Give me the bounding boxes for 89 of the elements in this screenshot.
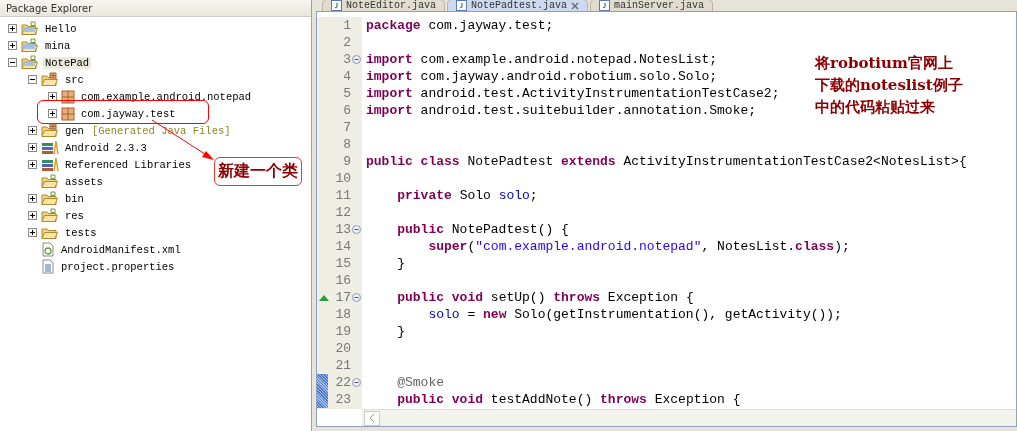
tree-item[interactable]: Android 2.3.3 (63, 141, 149, 154)
line-number: 9 (343, 154, 351, 169)
code-line: solo = new Solo(getInstrumentation(), getActivity()); (427, 307, 842, 322)
code-line: package com.jayway.test; (366, 18, 554, 33)
expand-toggle-icon[interactable] (8, 24, 17, 33)
line-number: 12 (335, 205, 351, 220)
package-icon (61, 106, 75, 121)
expand-toggle-icon[interactable] (28, 211, 37, 220)
tree-item[interactable]: AndroidManifest.xml (59, 243, 183, 256)
line-number: 1 (343, 18, 351, 33)
code-line: private Solo solo; (396, 188, 538, 203)
expand-toggle-icon[interactable] (48, 109, 57, 118)
code-line: public void testAddNote() throws Exception { (396, 392, 741, 407)
code-line: import android.test.suitebuilder.annotation.Smoke; (366, 103, 757, 118)
line-number: 18 (335, 307, 351, 322)
line-number: 5 (343, 86, 351, 101)
code-line: } (396, 324, 405, 339)
folder-icon (21, 21, 39, 36)
line-number: 21 (335, 358, 351, 373)
tree-item[interactable]: com.example.android.notepad (79, 90, 254, 103)
folder-icon (41, 225, 59, 240)
horizontal-scrollbar[interactable] (362, 409, 1016, 426)
line-number: 16 (335, 273, 351, 288)
line-number: 15 (335, 256, 351, 271)
line-number: 10 (335, 171, 351, 186)
scroll-left-button[interactable] (364, 410, 380, 426)
code-line: } (396, 256, 405, 271)
tree-item[interactable]: Hello (43, 22, 79, 35)
file-icon (41, 242, 55, 257)
line-number: 4 (343, 69, 351, 84)
tree-item[interactable]: assets (63, 175, 105, 188)
folder-icon (21, 55, 39, 70)
code-line: import com.jayway.android.robotium.solo.Solo; (366, 69, 718, 84)
line-number: 2 (343, 35, 351, 50)
code-line: import android.test.ActivityInstrumentationTestCase2; (366, 86, 780, 101)
code-line: import com.example.android.notepad.NotesList; (366, 52, 718, 67)
expand-toggle-icon[interactable] (28, 228, 37, 237)
tree-item[interactable]: com.jayway.test (79, 107, 178, 120)
expand-toggle-icon[interactable] (8, 41, 17, 50)
tree-item[interactable]: Referenced Libraries (63, 158, 194, 171)
tree-item[interactable]: mina (43, 39, 73, 52)
code-line: @Smoke (396, 375, 444, 390)
expand-toggle-icon[interactable] (28, 160, 37, 169)
tree-item[interactable]: project.properties (59, 260, 177, 273)
callout-note: 新建一个类 (214, 157, 302, 186)
code-line: public void setUp() throws Exception { (396, 290, 694, 305)
line-number: 11 (335, 188, 351, 203)
expand-toggle-icon[interactable] (28, 194, 37, 203)
code-line: super("com.example.android.notepad", NotesList.class); (427, 239, 850, 254)
line-number: 6 (343, 103, 351, 118)
library-icon (41, 140, 59, 155)
tree-item[interactable]: src (63, 73, 86, 86)
tree-item[interactable]: res (63, 209, 86, 222)
close-icon[interactable] (571, 1, 580, 10)
line-number: 22 (335, 375, 351, 390)
line-number: 7 (343, 120, 351, 135)
fold-icon[interactable] (352, 293, 361, 302)
folder-icon (41, 208, 59, 223)
folder-icon (41, 174, 59, 189)
library-icon (41, 157, 59, 172)
fold-icon[interactable] (352, 225, 361, 234)
line-number: 23 (335, 392, 351, 407)
annotation-note: 将robotium官网上下载的noteslist例子中的代码粘贴过来 (815, 53, 964, 118)
tree-item[interactable]: tests (63, 226, 99, 239)
code-line: public class NotePadtest extends ActivityInstrumentationTestCase2<NotesList>{ (366, 154, 967, 169)
tree-item[interactable]: NotePad (43, 56, 92, 69)
expand-toggle-icon[interactable] (28, 75, 37, 84)
fold-icon[interactable] (352, 378, 361, 387)
tree-item[interactable]: bin (63, 192, 86, 205)
line-number: 8 (343, 137, 351, 152)
line-number: 3 (343, 52, 351, 67)
line-number: 17 (335, 290, 351, 305)
folder-icon (41, 123, 59, 138)
code-line: public NotePadtest() { (396, 222, 569, 237)
folder-icon (41, 72, 59, 87)
fold-icon[interactable] (352, 55, 361, 64)
tree-item[interactable]: gen (63, 124, 86, 137)
line-number: 20 (335, 341, 351, 356)
expand-toggle-icon[interactable] (8, 58, 17, 67)
expand-toggle-icon[interactable] (48, 92, 57, 101)
file-icon (41, 259, 55, 274)
panel-title: Package Explorer (6, 2, 93, 14)
line-number: 14 (335, 239, 351, 254)
folder-icon (41, 191, 59, 206)
expand-toggle-icon[interactable] (28, 143, 37, 152)
folder-icon (21, 38, 39, 53)
expand-toggle-icon[interactable] (28, 126, 37, 135)
line-number: 13 (335, 222, 351, 237)
line-number: 19 (335, 324, 351, 339)
